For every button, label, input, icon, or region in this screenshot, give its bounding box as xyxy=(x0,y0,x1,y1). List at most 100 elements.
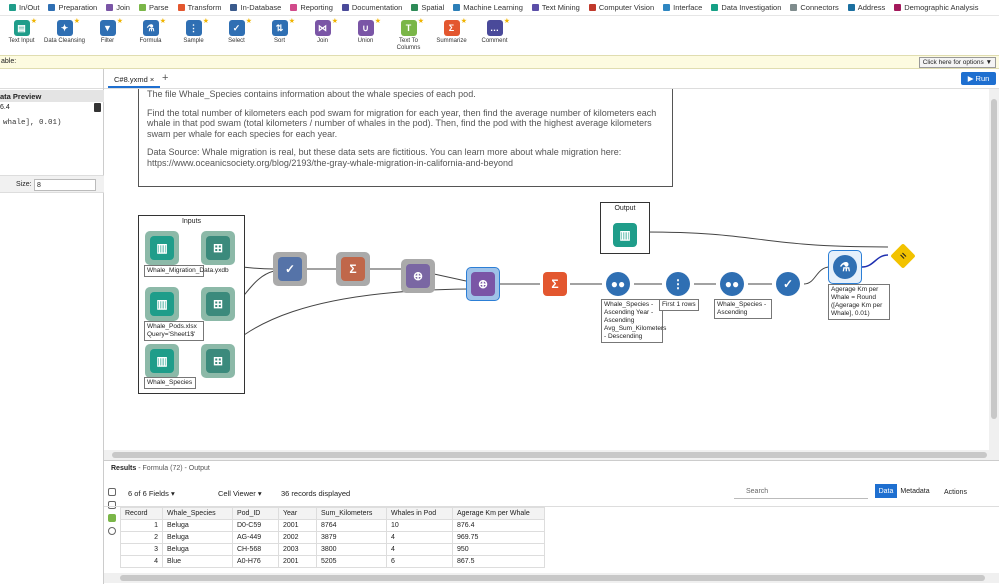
table-cell[interactable]: 876.4 xyxy=(452,519,545,532)
table-cell[interactable]: 969.75 xyxy=(452,531,545,544)
new-tab-button[interactable]: + xyxy=(162,72,168,84)
category-13[interactable]: Data Investigation xyxy=(711,3,781,12)
table-cell[interactable]: AG-449 xyxy=(232,531,279,544)
category-2[interactable]: Join xyxy=(106,3,130,12)
category-3[interactable]: Parse xyxy=(138,3,169,12)
favorite-star-icon[interactable]: ★ xyxy=(31,17,37,25)
category-7[interactable]: Documentation xyxy=(341,3,402,12)
canvas-horizontal-scrollbar[interactable] xyxy=(104,450,989,460)
favorite-star-icon[interactable]: ★ xyxy=(461,17,467,25)
category-0[interactable]: In/Out xyxy=(9,3,39,12)
table-row[interactable]: 2 Beluga AG-449 2002 3879 4 969.75 xyxy=(120,531,545,544)
column-header[interactable]: Sum_Kilometers xyxy=(316,507,387,520)
table-cell[interactable]: 2 xyxy=(120,531,163,544)
input-tool-species[interactable]: ▥ xyxy=(145,344,179,378)
select-tool[interactable]: ✓ xyxy=(771,267,805,301)
table-cell[interactable]: 2001 xyxy=(278,555,317,568)
table-cell[interactable]: 8764 xyxy=(316,519,387,532)
category-4[interactable]: Transform xyxy=(177,3,221,12)
favorite-star-icon[interactable]: ★ xyxy=(160,17,166,25)
category-14[interactable]: Connectors xyxy=(790,3,839,12)
tab-workflow[interactable]: C#8.yxmd × xyxy=(108,72,161,88)
table-cell[interactable]: 1 xyxy=(120,519,163,532)
browse-tool-3[interactable]: ⊞ xyxy=(201,344,235,378)
tool-6[interactable]: ⇅ ★ Sort xyxy=(258,16,301,45)
category-11[interactable]: Computer Vision xyxy=(588,3,654,12)
table-row[interactable]: 1 Beluga D0-C59 2001 8764 10 876.4 xyxy=(120,519,545,532)
table-cell[interactable]: 2001 xyxy=(278,519,317,532)
expression-text[interactable]: whale], 0.01) xyxy=(3,119,62,127)
table-row[interactable]: 4 Blue A0-H76 2001 5205 6 867.5 xyxy=(120,555,545,568)
tool-3[interactable]: ⚗ ★ Formula xyxy=(129,16,172,45)
table-cell[interactable]: A0-H76 xyxy=(232,555,279,568)
fields-dropdown[interactable]: 6 of 6 Fields ▾ xyxy=(128,489,175,498)
tool-7[interactable]: ⋈ ★ Join xyxy=(301,16,344,45)
column-header[interactable]: Year xyxy=(278,507,317,520)
table-cell[interactable]: Beluga xyxy=(162,531,233,544)
category-9[interactable]: Machine Learning xyxy=(453,3,523,12)
filter-icon[interactable] xyxy=(108,514,116,522)
help-icon[interactable] xyxy=(108,527,116,535)
column-header[interactable]: Whales in Pod xyxy=(386,507,453,520)
table-cell[interactable]: 4 xyxy=(386,531,453,544)
test-tool[interactable]: = xyxy=(886,239,920,273)
tool-0[interactable]: ▤ ★ Text Input xyxy=(0,16,43,45)
sort-tool-2[interactable]: ●● xyxy=(715,267,749,301)
tool-4[interactable]: ⋮ ★ Sample xyxy=(172,16,215,45)
table-cell[interactable]: 3800 xyxy=(316,543,387,556)
favorite-star-icon[interactable]: ★ xyxy=(418,17,424,25)
column-header[interactable]: Whale_Species xyxy=(162,507,233,520)
favorite-star-icon[interactable]: ★ xyxy=(117,17,123,25)
table-cell[interactable]: D0-C59 xyxy=(232,519,279,532)
category-8[interactable]: Spatial xyxy=(411,3,444,12)
table-cell[interactable]: 5205 xyxy=(316,555,387,568)
tool-2[interactable]: ▼ ★ Filter xyxy=(86,16,129,45)
favorite-star-icon[interactable]: ★ xyxy=(203,17,209,25)
browse-tool-2[interactable]: ⊞ xyxy=(201,287,235,321)
sample-tool[interactable]: ⋮ xyxy=(661,267,695,301)
results-horizontal-scrollbar[interactable] xyxy=(104,573,999,583)
tool-1[interactable]: ✦ ★ Data Cleansing xyxy=(43,16,86,45)
tool-11[interactable]: … ★ Comment xyxy=(473,16,516,45)
table-cell[interactable]: 3879 xyxy=(316,531,387,544)
join-tool-2[interactable]: ⊕ xyxy=(401,259,435,293)
sort-tool-1[interactable]: ●● xyxy=(601,267,635,301)
data-button[interactable]: Data xyxy=(875,484,897,498)
size-input[interactable]: 8 xyxy=(34,179,96,191)
category-10[interactable]: Text Mining xyxy=(531,3,580,12)
cell-viewer-dropdown[interactable]: Cell Viewer ▾ xyxy=(218,489,262,498)
summarize-tool-2[interactable]: Σ xyxy=(538,267,572,301)
favorite-star-icon[interactable]: ★ xyxy=(246,17,252,25)
tool-10[interactable]: Σ ★ Summarize xyxy=(430,16,473,45)
workflow-canvas[interactable]: The file Whale_Species contains informat… xyxy=(104,89,989,460)
table-cell[interactable]: 2003 xyxy=(278,543,317,556)
favorite-star-icon[interactable]: ★ xyxy=(74,17,80,25)
column-header[interactable]: Pod_ID xyxy=(232,507,279,520)
run-button[interactable]: ▶ Run xyxy=(961,72,996,85)
actions-button[interactable]: Actions xyxy=(944,489,967,496)
table-cell[interactable]: 10 xyxy=(386,519,453,532)
column-header[interactable]: Agerage Km per Whale xyxy=(452,507,545,520)
table-cell[interactable]: 950 xyxy=(452,543,545,556)
tool-8[interactable]: ∪ ★ Union xyxy=(344,16,387,45)
table-cell[interactable]: 6 xyxy=(386,555,453,568)
search-input[interactable]: Search xyxy=(734,485,868,499)
table-cell[interactable]: 4 xyxy=(386,543,453,556)
tool-5[interactable]: ✓ ★ Select xyxy=(215,16,258,45)
canvas-vertical-scrollbar[interactable] xyxy=(989,89,999,460)
input-tool-pods[interactable]: ▥ xyxy=(145,287,179,321)
table-row[interactable]: 3 Beluga CH-568 2003 3800 4 950 xyxy=(120,543,545,556)
favorite-star-icon[interactable]: ★ xyxy=(375,17,381,25)
options-button[interactable]: Click here for options ▼ xyxy=(918,57,996,68)
table-cell[interactable]: CH-568 xyxy=(232,543,279,556)
favorite-star-icon[interactable]: ★ xyxy=(504,17,510,25)
table-cell[interactable]: 4 xyxy=(120,555,163,568)
column-header[interactable]: Record xyxy=(120,507,163,520)
tool-9[interactable]: T ★ Text To Columns xyxy=(387,16,430,52)
category-5[interactable]: In-Database xyxy=(230,3,281,12)
input-tool-migration[interactable]: ▥ xyxy=(145,231,179,265)
category-6[interactable]: Reporting xyxy=(290,3,333,12)
table-cell[interactable]: 3 xyxy=(120,543,163,556)
join-tool-3[interactable]: ⊕ xyxy=(466,267,500,301)
table-cell[interactable]: Beluga xyxy=(162,519,233,532)
